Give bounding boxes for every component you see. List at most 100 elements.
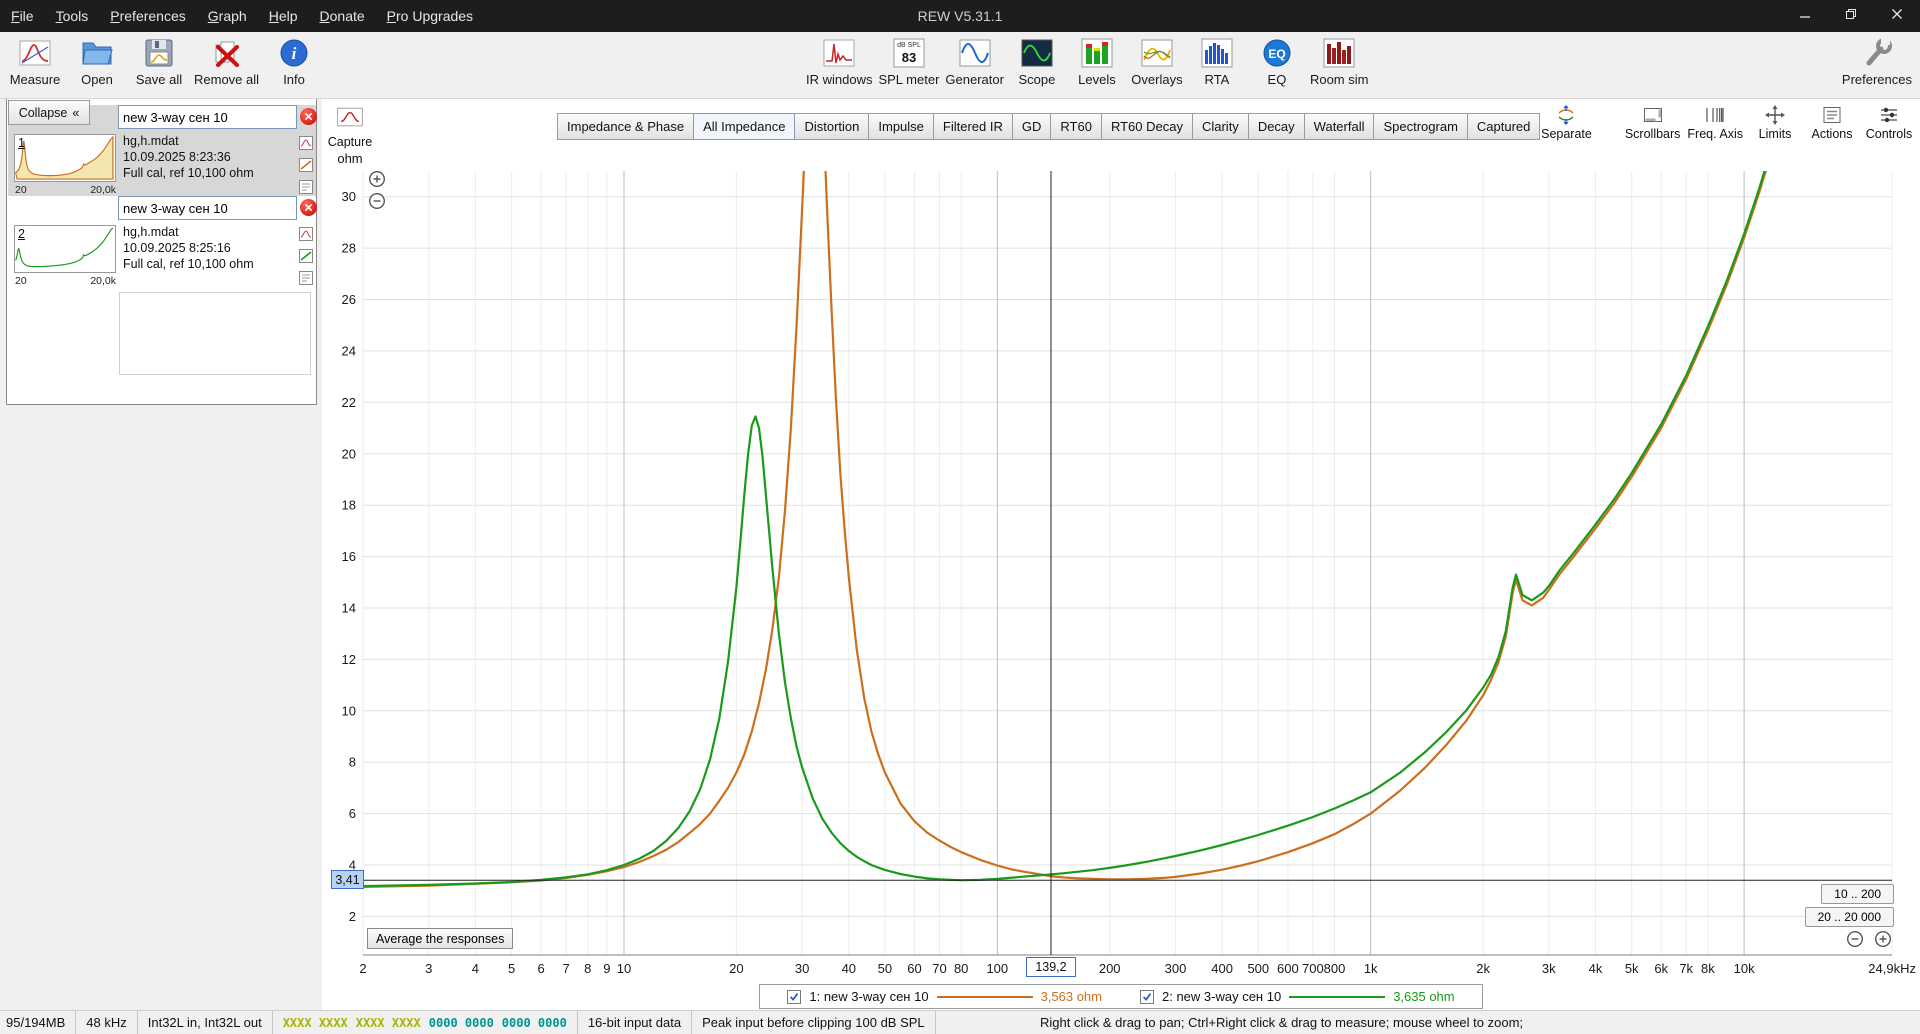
tool-preferences[interactable]: Preferences	[1842, 36, 1912, 87]
zoom-out-x-button[interactable]	[1846, 930, 1864, 948]
status-bar: 95/194MB 48 kHz Int32L in, Int32L out XX…	[0, 1010, 1920, 1034]
tool-label: Preferences	[1841, 72, 1912, 87]
status-hint: Right click & drag to pan; Ctrl+Right cl…	[1040, 1015, 1524, 1030]
eq-icon: EQ	[1260, 36, 1294, 70]
tab-distortion[interactable]: Distortion	[794, 113, 870, 140]
tool-overlays[interactable]: Overlays	[1130, 36, 1184, 87]
toolbar-right: Preferences	[1842, 36, 1912, 87]
measurement-datetime: 10.09.2025 8:23:36	[123, 150, 231, 164]
capture-button[interactable]: Capture	[324, 104, 376, 149]
trace-chart-icon[interactable]	[299, 227, 313, 241]
tab-filtered-ir[interactable]: Filtered IR	[932, 113, 1013, 140]
tool-measure[interactable]: Measure	[8, 36, 62, 87]
tab-spectrogram[interactable]: Spectrogram	[1373, 113, 1468, 140]
measurement-file: hg,h.mdat	[123, 225, 179, 239]
measurement-actions	[299, 227, 313, 285]
save-all-icon	[142, 36, 176, 70]
tab-all-impedance[interactable]: All Impedance	[693, 113, 796, 140]
measure-icon	[18, 36, 52, 70]
impedance-chart[interactable]: 246810121416182022242628302 3 4 5 6 7 8 9 10 20 30…	[330, 140, 1920, 985]
tool-eq[interactable]: EQ EQ	[1250, 36, 1304, 87]
menu-tools[interactable]: Tools	[45, 0, 100, 32]
tool-save-all[interactable]: Save all	[132, 36, 186, 87]
tool-scope[interactable]: Scope	[1010, 36, 1064, 87]
tab-impulse[interactable]: Impulse	[868, 113, 934, 140]
cursor-value-box[interactable]: 3,41	[331, 870, 364, 890]
tool-levels[interactable]: Levels	[1070, 36, 1124, 87]
svg-text:5k: 5k	[1625, 961, 1639, 976]
trace-color-icon[interactable]	[299, 249, 313, 263]
range-20-20000-button[interactable]: 20 .. 20 000	[1804, 907, 1894, 927]
graph-control-limits[interactable]: Limits	[1750, 104, 1800, 141]
tab-rt60[interactable]: RT60	[1050, 113, 1102, 140]
trace-chart-icon[interactable]	[299, 136, 313, 150]
tool-remove-all[interactable]: Remove all	[194, 36, 259, 87]
collapse-panel-button[interactable]: Collapse «	[8, 100, 90, 125]
tool-generator[interactable]: Generator	[945, 36, 1004, 87]
graph-control-label: Controls	[1865, 127, 1913, 141]
thumbnail-axis-end: 20,0k	[90, 184, 116, 196]
graph-control-actions[interactable]: Actions	[1807, 104, 1857, 141]
menu-help[interactable]: Help	[258, 0, 309, 32]
delete-measurement-button[interactable]	[300, 199, 317, 216]
tool-rta[interactable]: RTA	[1190, 36, 1244, 87]
tab-impedance-phase[interactable]: Impedance & Phase	[557, 113, 695, 140]
tool-open[interactable]: Open	[70, 36, 124, 87]
menu-pro-upgrades[interactable]: Pro Upgrades	[376, 0, 484, 32]
svg-text:6k: 6k	[1654, 961, 1668, 976]
menu-preferences[interactable]: Preferences	[99, 0, 197, 32]
tab-waterfall[interactable]: Waterfall	[1303, 113, 1375, 140]
tab-gd[interactable]: GD	[1011, 113, 1052, 140]
freq-axis-icon	[1704, 104, 1726, 126]
minus-circle-icon	[1846, 930, 1864, 948]
measurement-number: 1	[18, 136, 25, 150]
controls-icon	[1878, 104, 1900, 126]
legend-checkbox[interactable]	[1140, 989, 1154, 1004]
svg-text:2: 2	[349, 909, 356, 924]
zoom-out-y-button[interactable]	[368, 192, 386, 210]
minimize-button[interactable]	[1782, 0, 1828, 32]
notes-icon[interactable]	[299, 271, 313, 285]
notes-icon[interactable]	[299, 180, 313, 194]
tool-info[interactable]: i Info	[267, 36, 321, 87]
svg-text:24,9kHz: 24,9kHz	[1868, 961, 1916, 976]
measurement-name-input[interactable]	[118, 105, 297, 129]
legend-trace-line	[1289, 995, 1386, 998]
graph-control-separate[interactable]: Separate	[1541, 104, 1592, 141]
restore-button[interactable]	[1828, 0, 1874, 32]
delete-measurement-button[interactable]	[300, 108, 317, 125]
tab-rt60-decay[interactable]: RT60 Decay	[1100, 113, 1193, 140]
main-toolbar: Measure Open Save all Remove all i Info IR wi…	[0, 32, 1920, 99]
close-icon	[1891, 7, 1903, 25]
zoom-in-y-button[interactable]	[368, 170, 386, 188]
status-sample-rate: 48 kHz	[76, 1011, 138, 1034]
svg-text:9: 9	[603, 961, 610, 976]
tool-spl-meter[interactable]: dB SPL 83 SPL meter	[878, 36, 939, 87]
measurement-name-input[interactable]	[118, 196, 297, 220]
close-button[interactable]	[1874, 0, 1920, 32]
tool-ir-windows[interactable]: IR windows	[806, 36, 872, 87]
menu-donate[interactable]: Donate	[309, 0, 376, 32]
measurement-item-2[interactable]: 22020,0khg,h.mdat10.09.2025 8:25:16Full …	[8, 196, 317, 287]
tab-clarity[interactable]: Clarity	[1191, 113, 1249, 140]
tab-captured[interactable]: Captured	[1466, 113, 1541, 140]
average-responses-button[interactable]: Average the responses	[367, 928, 514, 949]
tool-room-sim[interactable]: Room sim	[1310, 36, 1368, 87]
cursor-freq-box[interactable]: 139,2	[1025, 957, 1076, 977]
trace-color-icon[interactable]	[299, 158, 313, 172]
graph-control-controls[interactable]: Controls	[1864, 104, 1914, 141]
legend-checkbox[interactable]	[787, 989, 802, 1004]
svg-text:40: 40	[842, 961, 856, 976]
tool-label: Overlays	[1131, 72, 1183, 87]
tab-decay[interactable]: Decay	[1247, 113, 1305, 140]
graph-control-freq-axis[interactable]: Freq. Axis	[1687, 104, 1743, 141]
graph-control-scrollbars[interactable]: Scrollbars	[1625, 104, 1680, 141]
svg-text:18: 18	[342, 498, 356, 513]
graph-control-label: Actions	[1811, 127, 1853, 141]
menu-graph[interactable]: Graph	[197, 0, 258, 32]
capture-icon	[335, 104, 365, 135]
zoom-in-x-button[interactable]	[1874, 930, 1892, 948]
range-10-200-button[interactable]: 10 .. 200	[1821, 884, 1894, 904]
menu-file[interactable]: File	[0, 0, 45, 32]
svg-text:30: 30	[795, 961, 809, 976]
